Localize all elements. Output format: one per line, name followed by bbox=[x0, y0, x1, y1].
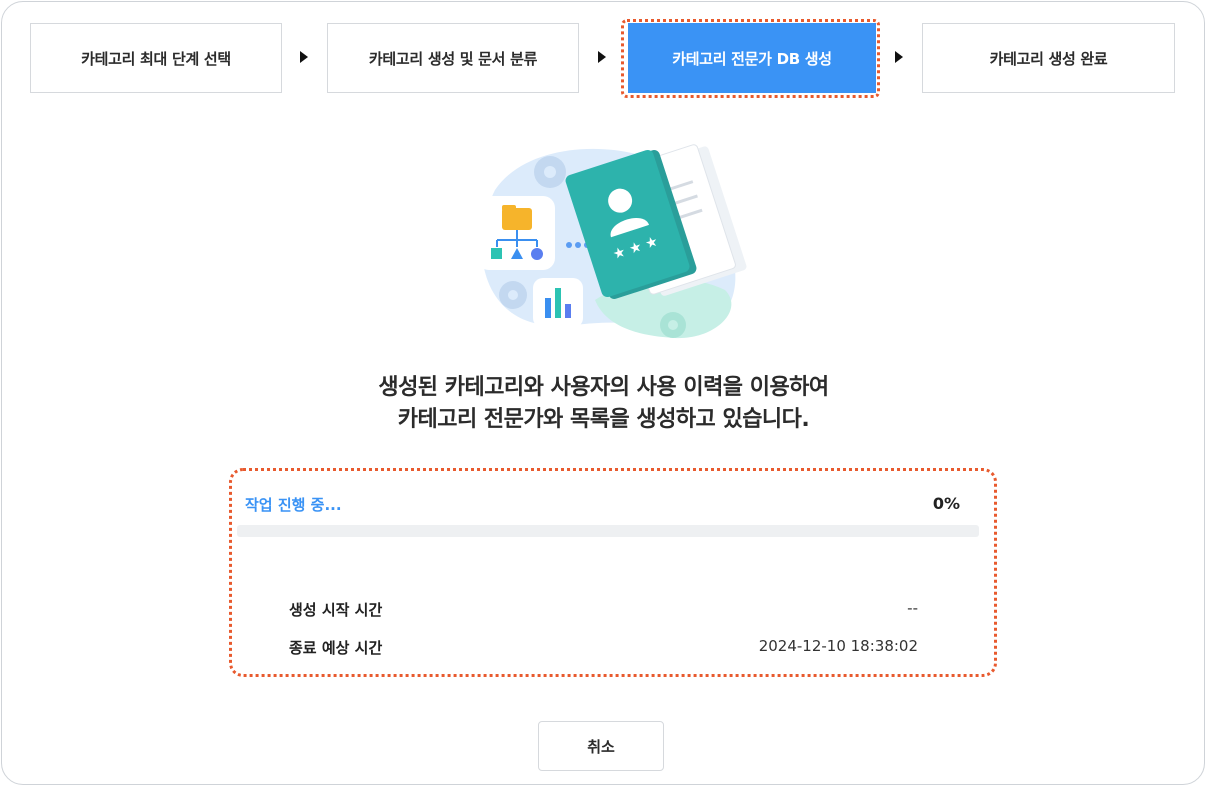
step-arrow-icon bbox=[895, 51, 903, 63]
start-time-value: -- bbox=[907, 599, 918, 617]
message-line-1: 생성된 카테고리와 사용자의 사용 이력을 이용하여 bbox=[378, 375, 829, 400]
step-complete: 카테고리 생성 완료 bbox=[922, 23, 1175, 93]
gear-icon bbox=[499, 281, 527, 309]
progress-bar bbox=[237, 525, 979, 537]
gear-icon bbox=[660, 312, 686, 338]
estimated-end-time-label: 종료 예상 시간 bbox=[289, 639, 383, 657]
gear-icon bbox=[534, 156, 566, 188]
step-select-max-level: 카테고리 최대 단계 선택 bbox=[30, 23, 282, 93]
progress-message: 생성된 카테고리와 사용자의 사용 이력을 이용하여 카테고리 전문가와 목록을… bbox=[230, 372, 977, 436]
folder-tree-icon bbox=[477, 196, 555, 270]
step-create-and-classify: 카테고리 생성 및 문서 분류 bbox=[327, 23, 579, 93]
bar-chart-icon bbox=[533, 278, 583, 328]
start-time-label: 생성 시작 시간 bbox=[289, 601, 383, 619]
cancel-button[interactable]: 취소 bbox=[538, 721, 664, 771]
message-line-2: 카테고리 전문가와 목록을 생성하고 있습니다. bbox=[397, 407, 810, 432]
expert-db-illustration: ★ ★ ★ bbox=[477, 144, 747, 339]
step-arrow-icon bbox=[598, 51, 606, 63]
step-arrow-icon bbox=[300, 51, 308, 63]
progress-percent: 0% bbox=[932, 494, 960, 513]
estimated-end-time-value: 2024-12-10 18:38:02 bbox=[758, 637, 918, 655]
progress-status-label: 작업 진행 중... bbox=[245, 496, 342, 514]
active-step-highlight bbox=[621, 19, 880, 98]
